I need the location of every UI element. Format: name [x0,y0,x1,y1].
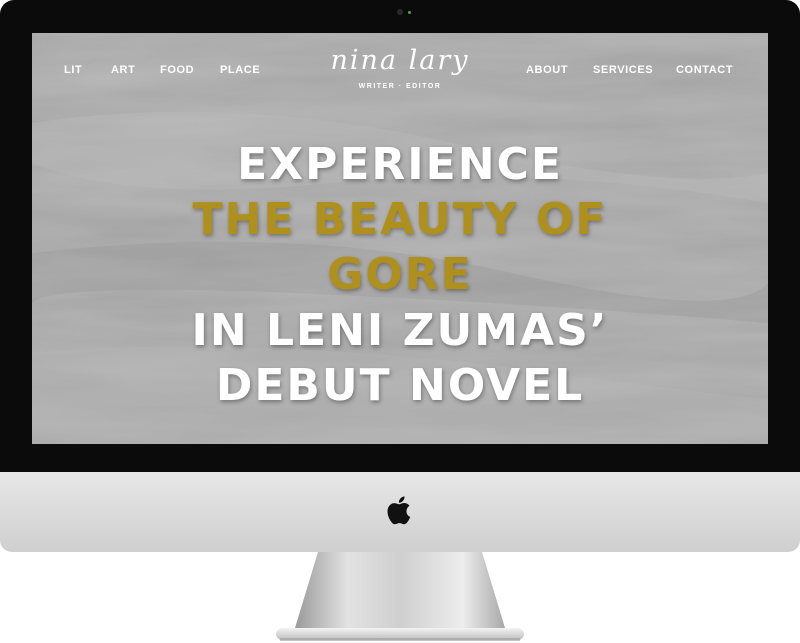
nav-item-lit[interactable]: LIT [64,64,82,76]
site-tagline: WRITER · EDITOR [358,83,442,90]
camera-icon [397,9,403,15]
nav-item-food[interactable]: FOOD [160,64,194,76]
hero-line-4: IN LENI ZUMAS’ [191,305,609,356]
hero-line-1: EXPERIENCE [237,139,563,190]
nav-item-art[interactable]: ART [111,64,135,76]
site-logo[interactable]: nina lary [300,45,500,76]
monitor-stand [276,552,524,641]
nav-item-contact[interactable]: CONTACT [676,64,733,76]
nav-item-about[interactable]: ABOUT [526,64,568,76]
hero-line-2: THE BEAUTY OF [192,194,608,245]
website-screen: LIT ART FOOD PLACE ABOUT SERVICES CONTAC… [32,33,768,444]
camera-led-icon [408,11,411,14]
nav-item-services[interactable]: SERVICES [593,64,653,76]
hero-line-3: GORE [327,249,473,300]
apple-logo-icon [387,496,411,525]
imac-mockup: LIT ART FOOD PLACE ABOUT SERVICES CONTAC… [0,0,800,643]
hero-line-5: DEBUT NOVEL [215,360,585,411]
nav-item-place[interactable]: PLACE [220,64,260,76]
